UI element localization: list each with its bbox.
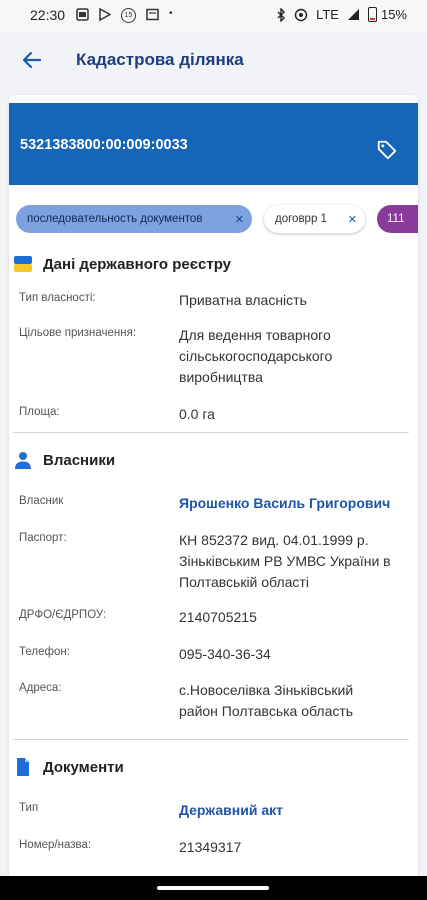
field-label: Тип власності:: [19, 292, 96, 304]
field-label: Тип: [19, 802, 39, 814]
chip-close-icon[interactable]: ✕: [348, 213, 357, 226]
owner-name-link[interactable]: Ярошенко Василь Григорович: [179, 493, 411, 514]
battery-indicator: 15%: [367, 7, 407, 22]
field-label: Адреса:: [19, 682, 62, 694]
dot-icon: •: [169, 8, 173, 19]
section-title: Дані державного реєстру: [43, 255, 232, 273]
ukraine-flag-icon: [14, 256, 32, 272]
battery-percent: 15%: [380, 7, 407, 22]
battery-icon: [367, 7, 377, 22]
field-value: Приватна власність: [179, 292, 307, 308]
signal-icon: [347, 9, 359, 20]
field-label: Телефон:: [19, 646, 70, 658]
field-label: Площа:: [19, 406, 60, 418]
document-icon: [17, 758, 29, 776]
section-title: Власники: [43, 451, 116, 469]
owners-section-header: Власники: [13, 450, 115, 470]
cadastral-number: 5321383800:00:009:0033: [20, 137, 188, 153]
page-title: Кадастрова ділянка: [76, 50, 244, 69]
gallery-icon: [76, 8, 89, 21]
documents-section-header: Документи: [13, 757, 124, 777]
field-label: Паспорт:: [19, 532, 67, 544]
status-bar: 22:30 15 • LTE 15%: [0, 0, 427, 32]
field-value: КН 852372 вид. 04.01.1999 р. Зіньківськи…: [179, 532, 391, 590]
field-value: 0.0 га: [179, 406, 215, 422]
registry-section-header: Дані державного реєстру: [13, 254, 231, 274]
divider: [13, 432, 409, 433]
chip-contract[interactable]: договрр 1 ✕: [264, 205, 365, 233]
status-time: 22:30: [30, 7, 66, 23]
section-title: Документи: [43, 758, 124, 776]
back-arrow-icon[interactable]: [20, 48, 44, 72]
chip-close-icon[interactable]: ✕: [235, 213, 244, 226]
badge-15-icon: 15: [121, 8, 136, 23]
field-value: 095-340-36-34: [179, 646, 271, 662]
field-value: 2140705215: [179, 609, 257, 625]
field-label: Власник: [19, 495, 64, 507]
field-label: ДРФО/ЄДРПОУ:: [19, 609, 107, 621]
field-label: Цільове призначення:: [19, 327, 137, 339]
document-type-link[interactable]: Державний акт: [179, 800, 411, 821]
chip-label: договрр 1: [275, 213, 327, 225]
person-icon: [15, 452, 31, 469]
news-icon: [146, 8, 159, 21]
chip-label: 111: [387, 213, 405, 225]
home-gesture-handle[interactable]: [157, 886, 269, 890]
bluetooth-icon: [277, 7, 286, 22]
divider: [13, 739, 409, 740]
document-chips: последовательность документов ✕ договрр …: [16, 205, 418, 233]
wifi-call-icon: [294, 8, 308, 21]
notification-icons: 15 •: [76, 8, 173, 23]
chip-111[interactable]: 111: [377, 205, 418, 233]
parcel-card: 5321383800:00:009:0033 последовательност…: [9, 95, 418, 890]
chip-label: последовательность документов: [27, 213, 203, 225]
app-bar: Кадастрова ділянка: [0, 32, 427, 88]
field-value: с.Новоселівка Зіньківський район Полтавс…: [179, 682, 354, 719]
network-type: LTE: [316, 7, 339, 22]
play-icon: [99, 8, 111, 21]
parcel-banner: 5321383800:00:009:0033: [9, 103, 418, 185]
system-nav-bar: [0, 876, 427, 900]
field-label: Номер/назва:: [19, 839, 92, 851]
chip-document-sequence[interactable]: последовательность документов ✕: [16, 205, 252, 233]
field-value: Для ведення товарного сільськогосподарсь…: [179, 327, 333, 385]
tag-icon[interactable]: [376, 139, 398, 161]
field-value: 21349317: [179, 839, 242, 855]
